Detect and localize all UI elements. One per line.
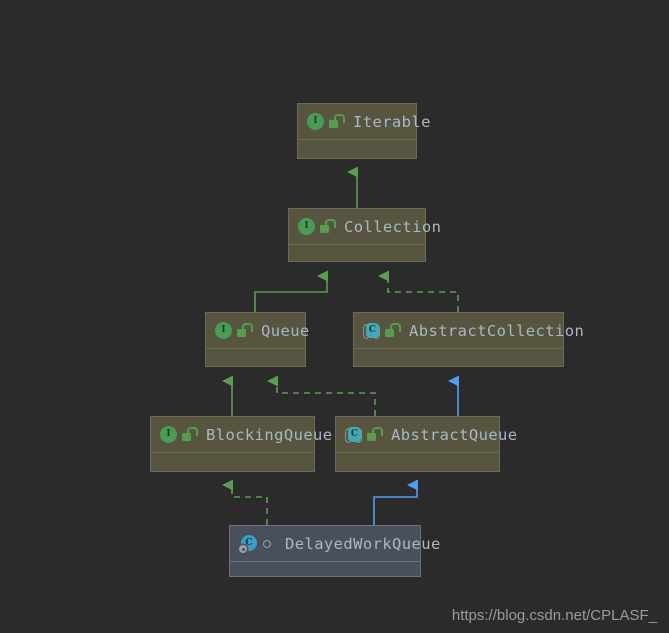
node-label: AbstractQueue <box>391 425 518 444</box>
interface-icon: I <box>307 113 324 130</box>
interface-icon: I <box>160 426 177 443</box>
uml-node-collection[interactable]: I Collection <box>288 208 441 262</box>
node-members-area <box>206 349 305 366</box>
node-members-area <box>336 453 499 471</box>
interface-icon: I <box>215 322 232 339</box>
uml-node-iterable[interactable]: I Iterable <box>297 103 430 159</box>
package-private-icon <box>261 536 274 551</box>
class-icon: C <box>239 535 257 553</box>
node-members-area <box>289 245 425 261</box>
abstract-class-icon: C <box>363 322 380 339</box>
node-label: Iterable <box>353 112 431 131</box>
node-header: I Collection <box>289 209 441 245</box>
edge-delayedworkqueue-blockingqueue <box>222 479 268 525</box>
unlocked-padlock-icon <box>237 323 253 338</box>
node-header: I Queue <box>206 313 309 349</box>
node-members-area <box>230 562 420 576</box>
unlocked-padlock-icon <box>182 427 198 442</box>
node-label: Queue <box>261 321 310 340</box>
abstract-class-icon: C <box>345 426 362 443</box>
node-label: DelayedWorkQueue <box>285 534 441 553</box>
node-header: I Iterable <box>298 104 430 140</box>
edge-delayedworkqueue-abstractqueue <box>373 479 418 525</box>
edge-queue-collection <box>254 270 328 312</box>
uml-node-delayedworkqueue[interactable]: C DelayedWorkQueue <box>229 525 440 577</box>
watermark-text: https://blog.csdn.net/CPLASF_ <box>451 607 657 624</box>
node-members-area <box>354 349 563 366</box>
unlocked-padlock-icon <box>367 427 383 442</box>
node-label: BlockingQueue <box>206 425 333 444</box>
node-members-area <box>151 453 314 471</box>
interface-icon: I <box>298 218 315 235</box>
node-label: Collection <box>344 217 442 236</box>
uml-node-queue[interactable]: I Queue <box>205 312 309 367</box>
edge-abstractqueue-queue <box>267 375 376 416</box>
node-header: I BlockingQueue <box>151 417 332 453</box>
uml-node-abstractcollection[interactable]: C AbstractCollection <box>353 312 584 367</box>
unlocked-padlock-icon <box>320 219 336 234</box>
uml-diagram-canvas: I Iterable I Collection I Queue C Abstra… <box>0 0 669 633</box>
node-header: C AbstractCollection <box>354 313 584 349</box>
unlocked-padlock-icon <box>385 323 401 338</box>
node-members-area <box>298 140 416 158</box>
uml-node-abstractqueue[interactable]: C AbstractQueue <box>335 416 517 472</box>
node-header: C DelayedWorkQueue <box>230 526 440 562</box>
node-label: AbstractCollection <box>409 321 585 340</box>
unlocked-padlock-icon <box>329 114 345 129</box>
uml-node-blockingqueue[interactable]: I BlockingQueue <box>150 416 332 472</box>
edge-abstractcollection-collection <box>378 270 459 312</box>
node-header: C AbstractQueue <box>336 417 517 453</box>
